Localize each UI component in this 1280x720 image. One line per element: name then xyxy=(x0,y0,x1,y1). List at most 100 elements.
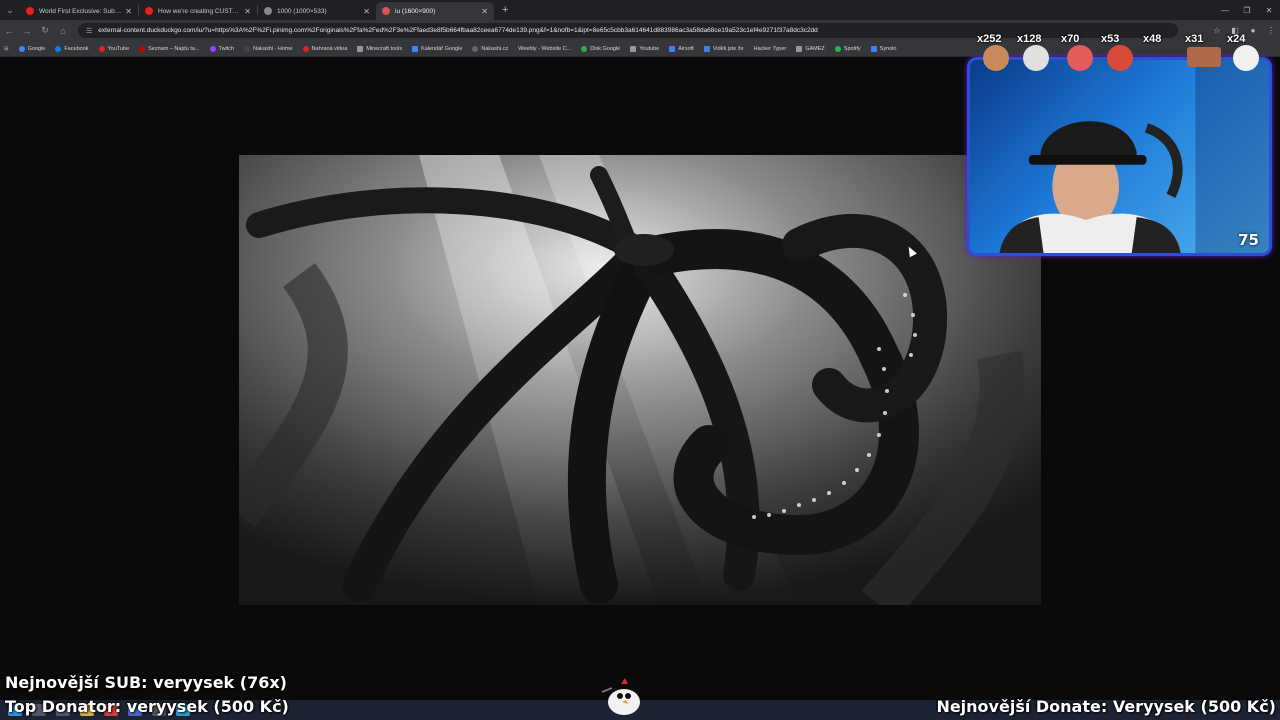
bookmark-label: GAMEZ xyxy=(805,45,825,52)
google-drive-icon xyxy=(581,45,588,52)
bookmark-twitch[interactable]: Twitch xyxy=(209,45,235,52)
bookmark-nakashi-home[interactable]: Nakashi - Home xyxy=(244,45,293,52)
minimize-icon[interactable]: — xyxy=(1214,0,1236,20)
top-donator-label: Top Donator: veryysek (500 Kč) xyxy=(5,697,289,716)
newest-sub-label: Nejnovější SUB: veryysek (76x) xyxy=(5,673,287,692)
emote-face-icon xyxy=(1187,47,1221,67)
forward-arrow-icon[interactable]: → xyxy=(18,20,36,41)
bookmark-label: Kalendář Google xyxy=(421,45,463,52)
bookmark-youtube[interactable]: YouTube xyxy=(98,45,130,52)
bookmark-nahrana-videa[interactable]: Nahraná videa xyxy=(302,45,348,52)
newest-donate-label: Nejnovější Donate: Veryysek (500 Kč) xyxy=(936,697,1276,716)
youtube-favicon-icon xyxy=(26,7,34,15)
seznam-icon xyxy=(139,45,146,52)
tab-title: World First Exclusive: Subnautic xyxy=(39,7,121,15)
emote-count: x53 xyxy=(1101,33,1120,45)
youtube-icon xyxy=(98,45,105,52)
bookmark-label: Nakashi.cz xyxy=(481,45,509,52)
duckduckgo-favicon-icon xyxy=(382,7,390,15)
tab-1[interactable]: How we're creating CUSTOM F ✕ xyxy=(139,2,257,20)
chicken-mascot-icon xyxy=(598,676,646,716)
bookmark-videli-jste-ze[interactable]: Viděli jste že xyxy=(703,45,744,52)
bookmark-nakashi-cz[interactable]: Nakashi.cz xyxy=(472,45,509,52)
screen: ⌄ World First Exclusive: Subnautic ✕ How… xyxy=(0,0,1280,720)
tab-strip: ⌄ World First Exclusive: Subnautic ✕ How… xyxy=(0,0,1280,20)
bookmark-youtube-folder[interactable]: Youtube xyxy=(630,45,660,52)
facebook-icon xyxy=(55,45,62,52)
youtube-icon xyxy=(302,45,309,52)
emote-count: x24 xyxy=(1227,33,1246,45)
site-icon xyxy=(669,45,676,52)
bookmark-airsoft[interactable]: Airsoft xyxy=(669,45,694,52)
site-info-icon[interactable]: ☰ xyxy=(86,27,92,35)
bookmark-label: Synolo xyxy=(879,45,897,52)
folder-icon xyxy=(630,45,637,52)
site-icon xyxy=(244,45,251,52)
apps-grid-icon[interactable]: ⊞ xyxy=(4,46,9,52)
site-icon xyxy=(472,45,479,52)
bookmark-label: Twitch xyxy=(218,45,235,52)
bookmark-label: YouTube xyxy=(107,45,130,52)
tab-0[interactable]: World First Exclusive: Subnautic ✕ xyxy=(20,2,138,20)
back-arrow-icon[interactable]: ← xyxy=(0,20,18,41)
bookmark-label: Spotify xyxy=(843,45,861,52)
close-window-icon[interactable]: ✕ xyxy=(1258,0,1280,20)
emote-count: x252 xyxy=(977,33,1002,45)
bookmark-synology[interactable]: Synolo xyxy=(870,45,897,52)
bookmark-label: Seznam – Najdu ta... xyxy=(148,45,200,52)
viewer-count: 75 xyxy=(1238,231,1259,249)
bookmark-label: Google xyxy=(27,45,46,52)
new-tab-plus-icon[interactable]: + xyxy=(502,4,508,16)
home-icon[interactable]: ⌂ xyxy=(54,20,72,41)
emote-count: x48 xyxy=(1143,33,1162,45)
emote-count: x128 xyxy=(1017,33,1042,45)
spotify-icon xyxy=(834,45,841,52)
bookmark-label: Youtube xyxy=(639,45,660,52)
bookmark-kalendar-google[interactable]: Kalendář Google xyxy=(412,45,463,52)
reload-icon[interactable]: ↻ xyxy=(36,20,54,41)
bookmark-label: Viděli jste že xyxy=(712,45,744,52)
bookmark-label: Weebly - Website C... xyxy=(518,45,572,52)
folder-icon xyxy=(796,45,803,52)
youtube-favicon-icon xyxy=(145,7,153,15)
emote-count: x70 xyxy=(1061,33,1080,45)
close-icon[interactable]: ✕ xyxy=(363,7,370,16)
tab-title: How we're creating CUSTOM F xyxy=(158,7,241,15)
bookmark-label: Nakashi - Home xyxy=(253,45,293,52)
bookmark-gamez[interactable]: GAMEZ xyxy=(796,45,825,52)
bookmark-google[interactable]: Google xyxy=(18,45,46,52)
bookmark-label: Minecraft tools xyxy=(366,45,403,52)
bookmark-label: Airsoft xyxy=(678,45,694,52)
leviathan-artwork-image[interactable] xyxy=(239,155,1041,605)
bookmark-minecraft-tools[interactable]: Minecraft tools xyxy=(357,45,403,52)
emote-face-icon xyxy=(983,45,1009,71)
maximize-icon[interactable]: ❐ xyxy=(1236,0,1258,20)
close-icon[interactable]: ✕ xyxy=(125,7,132,16)
twitch-icon xyxy=(209,45,216,52)
tab-3-active[interactable]: iu (1600×900) ✕ xyxy=(376,2,494,20)
globe-favicon-icon xyxy=(264,7,272,15)
tab-search-icon[interactable]: ⌄ xyxy=(0,0,20,20)
emote-face-icon xyxy=(1233,45,1259,71)
bookmark-facebook[interactable]: Facebook xyxy=(55,45,89,52)
bookmark-label: Facebook xyxy=(64,45,89,52)
google-icon xyxy=(18,45,25,52)
emote-count: x31 xyxy=(1185,33,1204,45)
bookmark-seznam[interactable]: Seznam – Najdu ta... xyxy=(139,45,200,52)
emote-face-icon xyxy=(1107,45,1133,71)
bookmark-weebly[interactable]: Weebly - Website C... xyxy=(518,46,571,52)
close-icon[interactable]: ✕ xyxy=(244,7,251,16)
bookmark-disk-google[interactable]: Disk Google xyxy=(581,45,621,52)
close-icon[interactable]: ✕ xyxy=(481,7,488,16)
emote-counter-row: x252 x128 x70 x53 x48 x31 x24 xyxy=(975,33,1275,93)
bookmark-label: Disk Google xyxy=(590,45,621,52)
bookmark-label: Hacker Typer xyxy=(753,45,787,52)
bookmark-spotify[interactable]: Spotify xyxy=(834,45,861,52)
calendar-icon xyxy=(412,45,419,52)
site-icon xyxy=(870,45,877,52)
bookmark-hacker-typer[interactable]: Hacker Typer xyxy=(754,46,787,52)
tab-2[interactable]: 1000 (1000×533) ✕ xyxy=(258,2,376,20)
folder-icon xyxy=(357,45,364,52)
bookmark-label: Nahraná videa xyxy=(311,45,348,52)
emote-face-icon xyxy=(1023,45,1049,71)
